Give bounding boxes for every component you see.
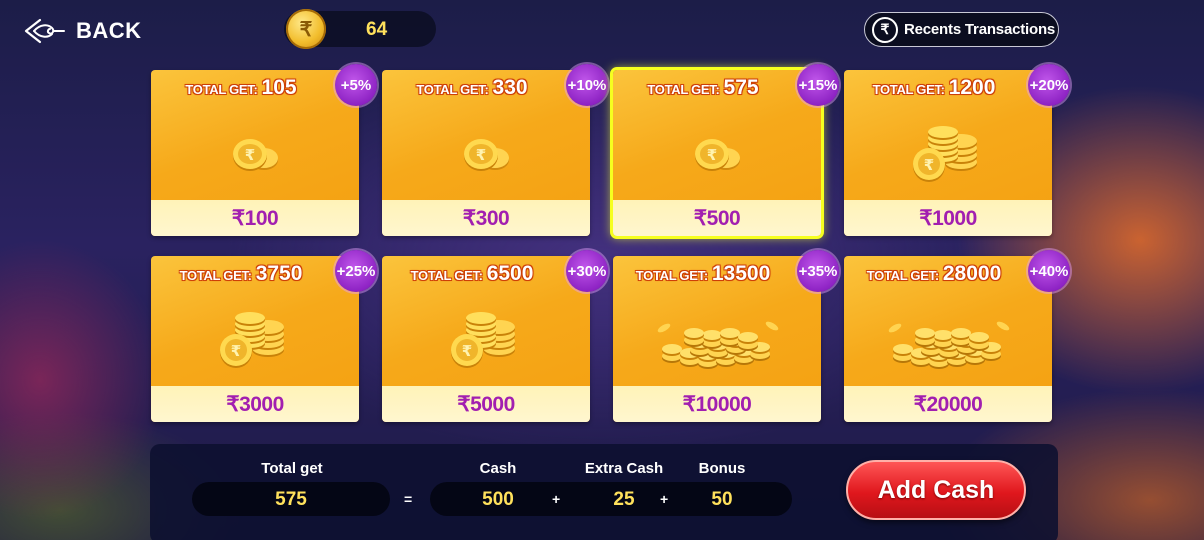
package-card[interactable]: TOTAL GET: 13500 +35% ₹10000	[613, 250, 839, 422]
total-get-prefix: TOTAL GET:	[866, 268, 939, 283]
bonus-percent-badge: +40%	[1028, 250, 1070, 292]
package-card[interactable]: TOTAL GET: 28000 +40% ₹20000	[844, 250, 1070, 422]
package-card[interactable]: TOTAL GET: 3750 +25% ₹ ₹3000	[151, 250, 377, 422]
total-get-label: Total get	[261, 460, 323, 477]
equals-sign: =	[404, 491, 413, 507]
cash-value: 500	[482, 489, 514, 510]
bonus-percent-badge: +20%	[1028, 64, 1070, 106]
package-price: ₹1000	[919, 206, 977, 230]
price-bar: ₹500	[613, 200, 821, 236]
price-bar: ₹10000	[613, 386, 821, 422]
total-get-amount: 13500	[711, 262, 771, 285]
package-price: ₹100	[231, 206, 279, 230]
total-get-amount: 575	[723, 76, 759, 99]
coin-single-icon: ₹	[382, 110, 590, 200]
total-get-prefix: TOTAL GET:	[185, 82, 258, 97]
price-bar: ₹100	[151, 200, 359, 236]
package-card[interactable]: TOTAL GET: 575 +15% ₹ ₹500	[610, 64, 839, 239]
coin-single-icon: ₹	[151, 110, 359, 200]
package-total-get: TOTAL GET: 28000	[844, 262, 1024, 286]
package-price: ₹10000	[682, 392, 752, 416]
total-get-prefix: TOTAL GET:	[647, 82, 720, 97]
coin-stack-icon: ₹	[844, 110, 1052, 200]
coin-stack-icon: ₹	[151, 296, 359, 386]
package-total-get: TOTAL GET: 575	[613, 76, 793, 100]
bonus-percent-badge: +35%	[797, 250, 839, 292]
total-get-prefix: TOTAL GET:	[872, 82, 945, 97]
price-bar: ₹3000	[151, 386, 359, 422]
package-total-get: TOTAL GET: 1200	[844, 76, 1024, 100]
price-bar: ₹20000	[844, 386, 1052, 422]
svg-text:₹: ₹	[707, 146, 717, 164]
plus-sign-1: +	[552, 491, 561, 507]
package-price: ₹500	[693, 206, 741, 230]
svg-text:₹: ₹	[231, 342, 241, 360]
coin-pile-icon	[844, 296, 1052, 386]
package-card[interactable]: TOTAL GET: 330 +10% ₹ ₹300	[382, 64, 608, 236]
bonus-percent-badge: +25%	[335, 250, 377, 292]
svg-text:₹: ₹	[476, 146, 486, 164]
package-card[interactable]: TOTAL GET: 105 +5% ₹ ₹100	[151, 64, 377, 236]
package-price: ₹300	[462, 206, 510, 230]
price-bar: ₹5000	[382, 386, 590, 422]
total-get-prefix: TOTAL GET:	[179, 268, 252, 283]
extra-cash-value: 25	[613, 489, 635, 510]
svg-text:₹: ₹	[924, 156, 934, 174]
extra-cash-label: Extra Cash	[584, 460, 664, 477]
bonus-percent-badge: +15%	[797, 64, 839, 106]
balance-display: ₹ 64	[284, 9, 436, 49]
rupee-circle-icon: ₹	[872, 16, 898, 43]
package-card[interactable]: TOTAL GET: 1200 +20% ₹ ₹1000	[844, 64, 1070, 236]
package-total-get: TOTAL GET: 3750	[151, 262, 331, 286]
svg-text:₹: ₹	[462, 342, 472, 360]
package-total-get: TOTAL GET: 105	[151, 76, 331, 100]
back-button[interactable]: BACK	[24, 14, 142, 48]
total-get-prefix: TOTAL GET:	[416, 82, 489, 97]
package-price: ₹20000	[913, 392, 983, 416]
balance-amount: 64	[366, 19, 388, 40]
back-arrow-icon	[24, 18, 65, 44]
add-cash-button[interactable]: Add Cash	[846, 460, 1026, 520]
bonus-percent-badge: +10%	[566, 64, 608, 106]
package-price: ₹5000	[457, 392, 515, 416]
total-get-prefix: TOTAL GET:	[410, 268, 483, 283]
price-bar: ₹300	[382, 200, 590, 236]
bonus-label: Bonus	[698, 460, 746, 477]
bonus-percent-badge: +5%	[335, 64, 377, 106]
coin-pile-icon	[613, 296, 821, 386]
package-price: ₹3000	[226, 392, 284, 416]
bonus-value: 50	[711, 489, 733, 510]
plus-sign-2: +	[660, 491, 669, 507]
package-card[interactable]: TOTAL GET: 6500 +30% ₹ ₹5000	[382, 250, 608, 422]
svg-text:₹: ₹	[245, 146, 255, 164]
coin-stack-icon: ₹	[382, 296, 590, 386]
back-label: BACK	[76, 18, 142, 43]
total-get-amount: 28000	[942, 262, 1002, 285]
cash-label: Cash	[479, 460, 517, 477]
package-total-get: TOTAL GET: 330	[382, 76, 562, 100]
total-get-amount: 3750	[255, 262, 303, 285]
recents-transactions-label: Recents Transactions	[904, 21, 1056, 38]
price-bar: ₹1000	[844, 200, 1052, 236]
total-get-amount: 1200	[948, 76, 996, 99]
total-get-value: 575	[275, 489, 307, 510]
coin-single-icon: ₹	[613, 110, 821, 200]
bonus-percent-badge: +30%	[566, 250, 608, 292]
total-get-amount: 105	[261, 76, 297, 99]
total-get-amount: 330	[492, 76, 528, 99]
rupee-coin-icon: ₹	[286, 9, 326, 49]
package-total-get: TOTAL GET: 13500	[613, 262, 793, 286]
recents-transactions-button[interactable]: ₹ Recents Transactions	[864, 12, 1059, 47]
total-get-prefix: TOTAL GET:	[635, 268, 708, 283]
total-get-amount: 6500	[486, 262, 534, 285]
package-total-get: TOTAL GET: 6500	[382, 262, 562, 286]
